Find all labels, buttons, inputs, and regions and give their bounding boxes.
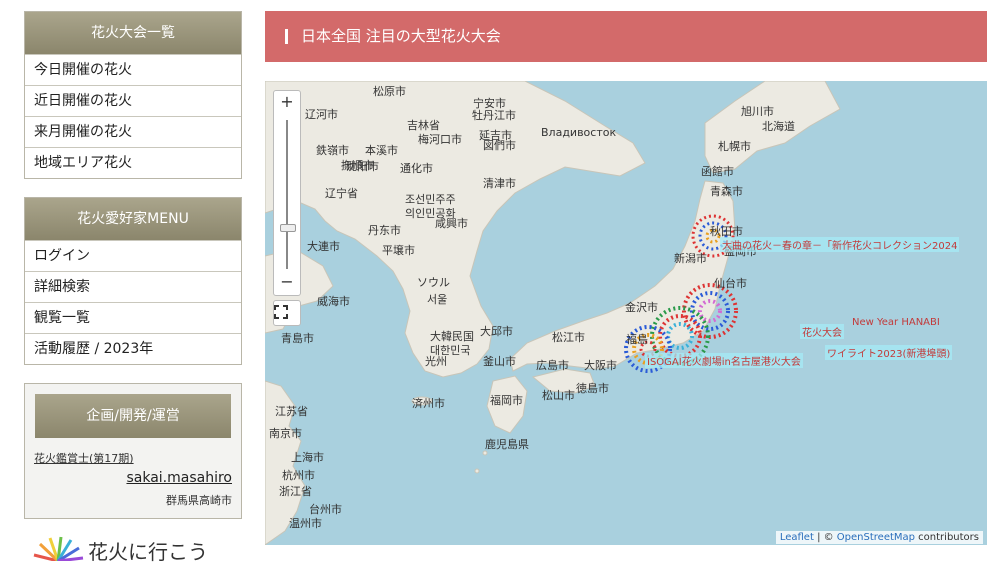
fireworks-list-menu: 花火大会一覧 今日開催の花火 近日開催の花火 来月開催の花火 地域エリア花火 (24, 11, 242, 179)
menu-item-today[interactable]: 今日開催の花火 (25, 54, 241, 85)
map-place-label: ソウル (417, 276, 450, 289)
map-place-label: 平壌市 (382, 244, 415, 257)
map-place-label: 広島市 (536, 359, 569, 372)
map-place-label: Владивосток (541, 126, 617, 139)
map-place-label: 釜山市 (483, 355, 516, 368)
map-place-label: 上海市 (291, 451, 324, 464)
page-title: 日本全国 注目の大型花火大会 (301, 27, 501, 45)
zoom-in-button[interactable]: + (274, 91, 300, 113)
map-place-label: 札幌市 (718, 140, 751, 153)
map-place-label: 牡丹江市 (472, 109, 516, 122)
map-place-label: 通化市 (400, 162, 433, 175)
map-place-label: 仙台市 (714, 277, 747, 290)
menu-item-advanced-search[interactable]: 詳細検索 (25, 271, 241, 302)
menu-item-activity-history[interactable]: 活動履歴 / 2023年 (25, 333, 241, 364)
organizer-box: 企画/開発/運営 花火鑑賞士(第17期) sakai.masahiro 群馬県高… (24, 383, 242, 519)
map-place-label: 松山市 (542, 389, 575, 402)
map-place-label: 図們市 (483, 139, 516, 152)
fullscreen-icon (274, 305, 288, 319)
map-place-label: 咸興市 (435, 217, 468, 230)
map-place-label: 本溪市 (365, 144, 398, 157)
festival-label-hanabi-taikai[interactable]: 花火大会 (800, 324, 844, 339)
organizer-place: 群馬県高崎市 (166, 494, 232, 507)
menu-item-next-month[interactable]: 来月開催の花火 (25, 116, 241, 147)
map-place-label: 서울 (427, 293, 448, 306)
map-place-label: 浙江省 (279, 485, 312, 498)
map-place-label: 函館市 (701, 165, 734, 178)
map-place-label: 福岡市 (490, 394, 523, 407)
map-place-label: 福島 (626, 333, 648, 346)
festival-label-twilight[interactable]: ワイライト2023(新港埠頭) (825, 345, 953, 360)
map-place-label: 江苏省 (275, 405, 308, 418)
map-place-label: 大邱市 (480, 325, 513, 338)
map-place-label: 大阪市 (584, 359, 617, 372)
map-place-label: 温州市 (289, 517, 322, 530)
osm-link[interactable]: OpenStreetMap (837, 532, 915, 543)
fullscreen-button[interactable] (273, 300, 301, 326)
map-place-label: 鹿児島県 (485, 438, 529, 451)
menu-item-region[interactable]: 地域エリア花火 (25, 147, 241, 178)
site-logo[interactable]: 花火に行こう (28, 534, 228, 564)
map-place-label: 大連市 (307, 240, 340, 253)
banner-accent-bar (285, 29, 288, 44)
map-place-label: 光州 (425, 355, 447, 368)
map-place-label: 鉄嶺市 (316, 144, 349, 157)
map-place-label: 杭州市 (282, 469, 315, 482)
zoom-control: + − (273, 90, 301, 296)
festival-label-new-year[interactable]: New Year HANABI (850, 317, 942, 328)
map-place-label: 辽河市 (305, 108, 338, 121)
map-place-label: 威海市 (317, 295, 350, 308)
map-place-label: 済州市 (412, 397, 445, 410)
map-attribution: Leaflet | © OpenStreetMap contributors (775, 531, 983, 544)
map-place-label: 青島市 (281, 332, 314, 345)
map-place-label: 丹东市 (368, 224, 401, 237)
map-place-label: 新潟市 (674, 252, 707, 265)
map-place-label: 北海道 (762, 120, 795, 133)
map-place-label: 松江市 (552, 331, 585, 344)
map-place-label: 辽宁省 (325, 187, 358, 200)
map-place-label: 青森市 (710, 185, 743, 198)
map-place-label: 徳島市 (576, 382, 609, 395)
menu-item-upcoming[interactable]: 近日開催の花火 (25, 85, 241, 116)
zoom-slider-thumb[interactable] (280, 224, 296, 232)
fireworks-logo-icon (33, 536, 84, 563)
fan-menu: 花火愛好家MENU ログイン 詳細検索 観覧一覧 活動履歴 / 2023年 (24, 197, 242, 365)
organizer-role-link[interactable]: 花火鑑賞士(第17期) (34, 450, 134, 466)
organizer-title: 企画/開発/運営 (35, 394, 231, 438)
menu-item-login[interactable]: ログイン (25, 240, 241, 271)
menu-item-viewing-list[interactable]: 観覧一覧 (25, 302, 241, 333)
map-place-label: 松原市 (373, 85, 406, 98)
map-place-label: 金沢市 (625, 301, 658, 314)
attribution-suffix: contributors (915, 532, 979, 543)
festival-label-omagari[interactable]: 大曲の花火－春の章－「新作花火コレクション2024 (720, 237, 960, 252)
festival-label-isogai[interactable]: ISOGAI花火劇場in名古屋港火大会 (645, 353, 803, 368)
map-place-label: 南京市 (269, 427, 302, 440)
fireworks-map[interactable]: 松原市 宁安市 牡丹江市 延吉市 図們市 Владивосток 辽河市 吉林省 梅河口市 鉄嶺市… (265, 81, 987, 545)
organizer-name-link[interactable]: sakai.masahiro (126, 470, 232, 486)
page-banner: 日本全国 注目の大型花火大会 (265, 11, 987, 62)
zoom-slider-track[interactable] (286, 120, 288, 269)
attribution-separator: | © (813, 532, 837, 543)
map-place-label: 清津市 (483, 177, 516, 190)
leaflet-link[interactable]: Leaflet (780, 532, 814, 543)
zoom-out-button[interactable]: − (274, 271, 300, 293)
map-place-label: 梅河口市 (418, 133, 462, 146)
fireworks-list-title: 花火大会一覧 (25, 12, 241, 54)
fan-menu-title: 花火愛好家MENU (25, 198, 241, 240)
map-place-label: 旭川市 (741, 105, 774, 118)
map-place-label: 沈阳市 (346, 160, 379, 173)
